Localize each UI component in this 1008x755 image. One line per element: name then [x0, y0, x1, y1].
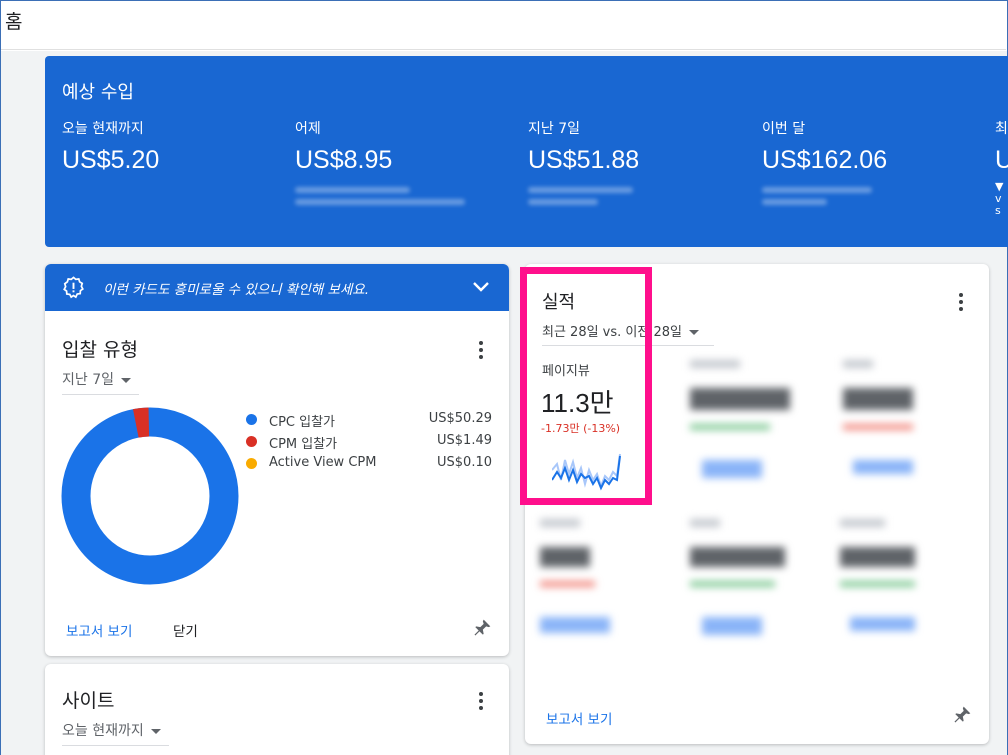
blurred-comparison	[528, 199, 598, 205]
blurred-metric-tile	[690, 360, 810, 500]
legend-name: CPM 입찰가	[269, 437, 338, 452]
more-options-icon[interactable]	[479, 341, 483, 359]
donut-slice-cpc	[61, 407, 239, 585]
metric-today[interactable]: 오늘 현재까지 US$5.20	[62, 118, 282, 175]
metric-label: 오늘 현재까지	[62, 121, 144, 137]
date-range-dropdown[interactable]: 지난 7일	[62, 369, 139, 395]
blurred-comparison	[295, 199, 465, 205]
donut-chart	[61, 407, 239, 585]
blurred-comparison	[295, 187, 410, 193]
caret-down-icon	[150, 728, 161, 734]
site-card: 사이트 오늘 현재까지	[45, 664, 509, 755]
dropdown-value: 오늘 현재까지	[62, 723, 144, 739]
blurred-metric-tile	[690, 519, 800, 649]
estimated-earnings-card: 예상 수입 오늘 현재까지 US$5.20 어제 US$8.95 지난 7일 U…	[45, 56, 1008, 247]
blurred-metric-tile	[840, 519, 950, 649]
more-options-icon[interactable]	[479, 692, 483, 710]
metric-label: 이번 달	[762, 121, 806, 137]
caret-down-icon	[121, 377, 131, 383]
metric-value: US$162.06	[762, 146, 888, 174]
earnings-heading: 예상 수입	[62, 82, 134, 103]
chevron-down-icon[interactable]	[472, 281, 490, 293]
card-title: 사이트	[62, 690, 115, 712]
legend-name: Active View CPM	[269, 455, 377, 470]
metric-value: US$5.20	[62, 146, 160, 174]
blurred-comparison	[762, 199, 827, 205]
blurred-comparison	[528, 187, 633, 193]
card-title: 입찰 유형	[62, 339, 138, 361]
metric-value: US$8.95	[295, 146, 393, 174]
pin-icon[interactable]	[472, 618, 492, 638]
more-options-icon[interactable]	[959, 293, 963, 311]
metric-value: US$51.88	[528, 146, 640, 174]
close-button[interactable]: 닫기	[173, 620, 198, 640]
metric-label: 지난 7일	[528, 121, 580, 137]
metric-label: 최	[995, 121, 1008, 137]
view-report-link[interactable]: 보고서 보기	[66, 620, 132, 640]
metric-label: 어제	[295, 121, 321, 137]
metric-this-month[interactable]: 이번 달 US$162.06	[762, 118, 982, 205]
metric-yesterday[interactable]: 어제 US$8.95	[295, 118, 515, 205]
blurred-comparison	[762, 187, 872, 193]
metric-value: U	[995, 146, 1008, 174]
bid-type-card: 이런 카드도 흥미로울 수 있으니 확인해 보세요. 입찰 유형 지난 7일 C…	[45, 264, 509, 656]
blurred-metric-tile	[843, 360, 953, 500]
date-range-dropdown[interactable]: 오늘 현재까지	[62, 720, 169, 746]
legend-name: CPC 입찰가	[269, 415, 336, 430]
banner-text: 이런 카드도 흥미로울 수 있으니 확인해 보세요.	[103, 282, 370, 298]
view-report-link[interactable]: 보고서 보기	[546, 708, 612, 728]
badge-alert-icon	[63, 276, 84, 299]
caret-down-icon	[688, 330, 699, 335]
blurred-metric-tile	[540, 519, 650, 649]
legend-amount: US$0.10	[437, 455, 492, 470]
suggestion-banner[interactable]: 이런 카드도 흥미로울 수 있으니 확인해 보세요.	[45, 264, 509, 311]
donut-slice-cpm	[132, 407, 150, 438]
legend-dot	[246, 458, 257, 469]
page-title: 홈	[5, 11, 23, 33]
pin-icon[interactable]	[952, 705, 972, 725]
highlight-box	[520, 267, 652, 505]
metric-last-7-days[interactable]: 지난 7일 US$51.88	[528, 118, 748, 205]
top-bar: 홈	[1, 1, 1006, 50]
metric-partial[interactable]: 최 U ▼ vs	[995, 118, 1008, 217]
legend-dot	[246, 414, 257, 425]
dropdown-value: 지난 7일	[62, 372, 114, 388]
metric-change: ▼ vs	[995, 180, 1004, 217]
legend-dot	[246, 436, 257, 447]
legend-amount: US$50.29	[428, 411, 492, 426]
legend-amount: US$1.49	[437, 433, 492, 448]
